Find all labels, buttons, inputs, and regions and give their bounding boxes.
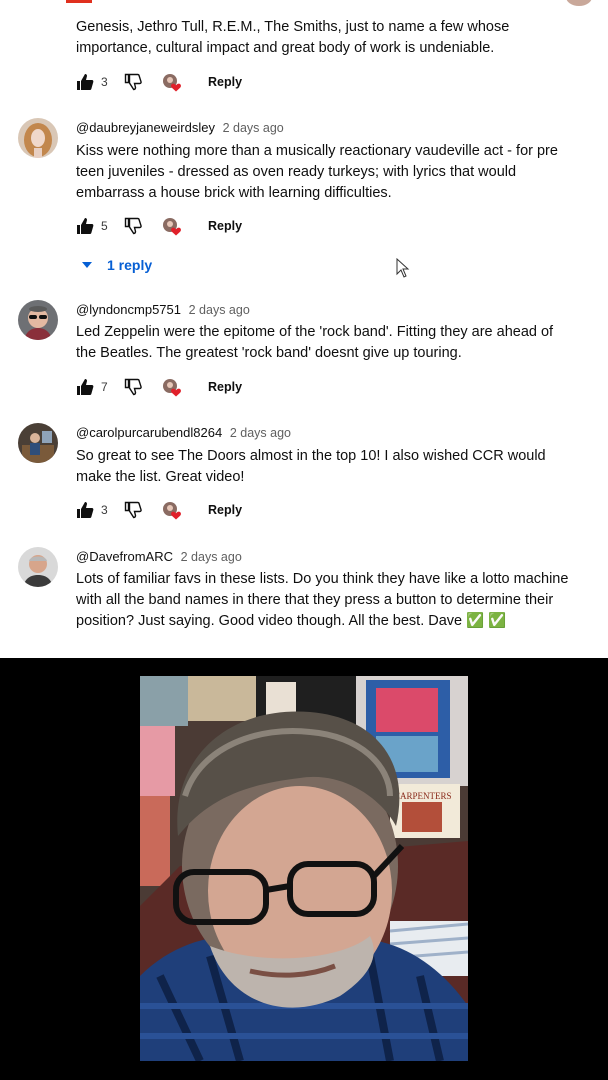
author-name[interactable]: @lyndoncmp5751	[76, 302, 181, 317]
checkmark-emoji: ✅ ✅	[466, 613, 507, 629]
author-name[interactable]: @carolpurcarubendl8264	[76, 425, 222, 440]
comment-time[interactable]: 2 days ago	[223, 121, 284, 135]
thumbs-down-icon[interactable]	[124, 378, 142, 396]
creator-heart-icon	[163, 502, 181, 520]
like-count: 7	[101, 380, 108, 394]
comment-header: @lyndoncmp5751 2 days ago	[76, 302, 250, 317]
replies-count-label: 1 reply	[107, 257, 153, 273]
comment-header: @carolpurcarubendl8264 2 days ago	[76, 425, 291, 440]
poster-text: CARPENTERS	[394, 791, 452, 801]
comment-time[interactable]: 2 days ago	[189, 303, 250, 317]
like-count: 3	[101, 75, 108, 89]
avatar[interactable]	[18, 300, 58, 340]
comments-section: Genesis, Jethro Tull, R.E.M., The Smiths…	[0, 0, 608, 658]
thumbs-up-icon[interactable]	[76, 378, 94, 396]
video-frame[interactable]: CARPENTERS	[140, 676, 468, 1061]
comment-text: Lots of familiar favs in these lists. Do…	[76, 569, 576, 632]
author-name[interactable]: @DavefromARC	[76, 549, 173, 564]
like-count: 3	[101, 503, 108, 517]
avatar[interactable]	[18, 118, 58, 158]
thumbs-up-icon[interactable]	[76, 73, 94, 91]
thumbs-down-icon[interactable]	[124, 217, 142, 235]
video-image: CARPENTERS	[140, 676, 468, 1061]
top-avatar	[566, 0, 592, 6]
comment-time[interactable]: 2 days ago	[181, 550, 242, 564]
thumbs-down-icon[interactable]	[124, 73, 142, 91]
comment-text: So great to see The Doors almost in the …	[76, 448, 546, 485]
thumbs-down-icon[interactable]	[124, 501, 142, 519]
comment-text: Genesis, Jethro Tull, R.E.M., The Smiths…	[76, 19, 510, 56]
like-count: 5	[101, 219, 108, 233]
top-edge-marker	[66, 0, 92, 3]
reply-button[interactable]: Reply	[208, 380, 242, 394]
creator-heart-icon	[163, 74, 181, 92]
mouse-cursor-icon	[396, 258, 410, 278]
author-name[interactable]: @daubreyjaneweirdsley	[76, 120, 215, 135]
thumbs-up-icon[interactable]	[76, 501, 94, 519]
reply-button[interactable]: Reply	[208, 219, 242, 233]
comment-header: @DavefromARC 2 days ago	[76, 549, 242, 564]
comment-header: @daubreyjaneweirdsley 2 days ago	[76, 120, 284, 135]
caret-down-icon	[82, 262, 92, 268]
comment-text: Led Zeppelin were the epitome of the 'ro…	[76, 324, 554, 361]
creator-heart-icon	[163, 218, 181, 236]
comment-text: Kiss were nothing more than a musically …	[76, 143, 558, 201]
creator-heart-icon	[163, 379, 181, 397]
view-replies-button[interactable]: 1 reply	[82, 256, 152, 274]
avatar[interactable]	[18, 423, 58, 463]
comment-time[interactable]: 2 days ago	[230, 426, 291, 440]
reply-button[interactable]: Reply	[208, 503, 242, 517]
reply-button[interactable]: Reply	[208, 75, 242, 89]
avatar[interactable]	[18, 547, 58, 587]
thumbs-up-icon[interactable]	[76, 217, 94, 235]
